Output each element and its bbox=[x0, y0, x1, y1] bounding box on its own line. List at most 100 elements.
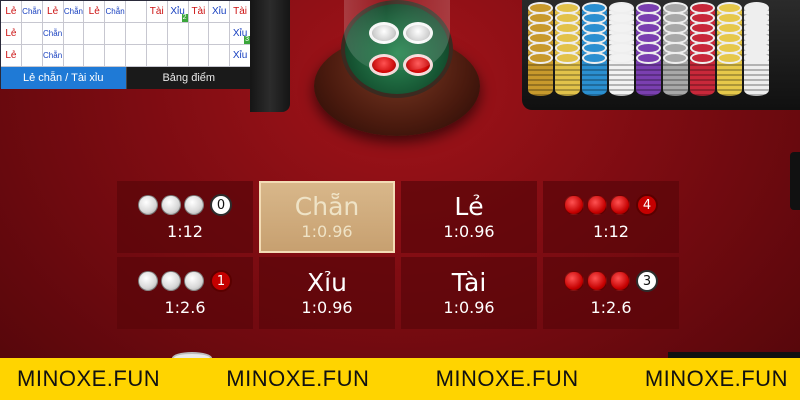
coin-count-badge: 0 bbox=[210, 194, 232, 216]
scoreboard-cell bbox=[146, 45, 168, 67]
scoreboard-cell: Tài bbox=[146, 1, 168, 23]
scoreboard-cell-text: Lẻ bbox=[47, 5, 59, 17]
scoreboard-cell: Xỉu bbox=[209, 1, 231, 23]
coin-count-badge: 3 bbox=[636, 270, 658, 292]
red-coin-icon bbox=[564, 195, 584, 215]
scoreboard-cell bbox=[84, 45, 106, 67]
chip-icon bbox=[636, 52, 661, 64]
dice-shaker bbox=[314, 0, 480, 140]
bet-odds: 1:0.96 bbox=[443, 222, 495, 241]
scoreboard-cell-text: Tài bbox=[149, 5, 164, 17]
scoreboard-cell bbox=[209, 45, 231, 67]
banner-text: MINOXE.FUN bbox=[435, 366, 579, 391]
red-coin-icon bbox=[564, 271, 584, 291]
scoreboard-cell bbox=[105, 23, 126, 45]
scoreboard-cell-text: Lẻ bbox=[88, 5, 100, 17]
bet-four-white[interactable]: 0 1:12 bbox=[117, 181, 253, 253]
tab-le-chan-tai-xiu[interactable]: Lẻ chẵn / Tài xỉu bbox=[1, 67, 126, 89]
bet-odds: 1:2.6 bbox=[164, 298, 206, 317]
white-coin-icon bbox=[161, 271, 181, 291]
scoreboard-cell bbox=[209, 23, 231, 45]
glass-dome bbox=[344, 0, 450, 70]
scoreboard-cell bbox=[105, 45, 126, 67]
red-coin-icon bbox=[610, 271, 630, 291]
scoreboard-grid: Lẻ Chẵn Lẻ Chẵn Lẻ Chẵn Tài Xỉu 2 Tài Xỉu Tài Lẻ Chẵn… bbox=[1, 1, 251, 67]
scoreboard-cell bbox=[21, 45, 43, 67]
bet-chan[interactable]: Chẵn 1:0.96 bbox=[259, 181, 395, 253]
chip-icon bbox=[690, 52, 715, 64]
chip-stack bbox=[717, 2, 742, 96]
coin-pattern: 0 bbox=[138, 194, 232, 216]
bet-le[interactable]: Lẻ 1:0.96 bbox=[401, 181, 537, 253]
scoreboard-cell-text: Chẵn bbox=[63, 6, 83, 16]
banner-text: MINOXE.FUN bbox=[17, 366, 161, 391]
scoreboard-cell: Lẻ bbox=[1, 1, 22, 23]
scoreboard-cell-text: Lẻ bbox=[5, 5, 17, 17]
scoreboard-cell: Tài bbox=[188, 1, 210, 23]
scoreboard-cell: Xỉu 3 bbox=[230, 23, 251, 45]
bet-title: Tài bbox=[451, 268, 487, 297]
scoreboard: Lẻ Chẵn Lẻ Chẵn Lẻ Chẵn Tài Xỉu 2 Tài Xỉu Tài Lẻ Chẵn… bbox=[0, 0, 251, 89]
scoreboard-cell: Chẵn bbox=[63, 1, 85, 23]
scoreboard-cell bbox=[84, 23, 106, 45]
banner-text: MINOXE.FUN bbox=[644, 366, 788, 391]
scoreboard-cell-text: Chẵn bbox=[105, 6, 125, 16]
scoreboard-cell: Lẻ bbox=[1, 23, 22, 45]
bet-tai[interactable]: Tài 1:0.96 bbox=[401, 257, 537, 329]
scoreboard-cell bbox=[167, 23, 189, 45]
tab-bang-diem[interactable]: Bảng điểm bbox=[125, 67, 251, 89]
bet-three-white[interactable]: 1 1:2.6 bbox=[117, 257, 253, 329]
chip-stack bbox=[663, 2, 688, 96]
banner-text: MINOXE.FUN bbox=[226, 366, 370, 391]
bet-title: Lẻ bbox=[454, 192, 484, 221]
scoreboard-cell: Xỉu bbox=[230, 45, 251, 67]
right-chip-rack bbox=[522, 0, 800, 110]
scoreboard-cell: Chẵn bbox=[21, 1, 43, 23]
scoreboard-cell bbox=[188, 45, 210, 67]
left-chip-rack bbox=[250, 0, 290, 112]
bet-odds: 1:2.6 bbox=[590, 298, 632, 317]
bet-four-red[interactable]: 4 1:12 bbox=[543, 181, 679, 253]
scoreboard-cell bbox=[126, 45, 147, 67]
scoreboard-cell-text: Chẵn bbox=[22, 6, 42, 16]
red-coin-icon bbox=[587, 271, 607, 291]
scoreboard-cell-text: Lẻ bbox=[5, 27, 17, 39]
chip-icon bbox=[744, 52, 769, 64]
scoreboard-cell-text: Tài bbox=[191, 5, 206, 17]
bet-three-red[interactable]: 3 1:2.6 bbox=[543, 257, 679, 329]
scoreboard-cell bbox=[126, 1, 147, 23]
scoreboard-cell bbox=[63, 45, 85, 67]
white-coin-icon bbox=[138, 271, 158, 291]
white-coin-icon bbox=[161, 195, 181, 215]
scoreboard-cell bbox=[188, 23, 210, 45]
chip-stack bbox=[528, 2, 553, 96]
scoreboard-cell-text: Xỉu bbox=[232, 49, 248, 61]
chip-stack bbox=[555, 2, 580, 96]
streak-badge: 2 bbox=[181, 14, 188, 22]
side-menu-handle[interactable] bbox=[790, 152, 800, 210]
scoreboard-cell: Chẵn bbox=[105, 1, 126, 23]
scoreboard-cell: Lẻ bbox=[1, 45, 22, 67]
scoreboard-cell bbox=[126, 23, 147, 45]
scoreboard-cell: Xỉu 2 bbox=[167, 1, 189, 23]
bet-title: Chẵn bbox=[294, 192, 360, 221]
scoreboard-cell-text: Lẻ bbox=[5, 49, 17, 61]
bet-title: Xỉu bbox=[307, 268, 347, 297]
bet-xiu[interactable]: Xỉu 1:0.96 bbox=[259, 257, 395, 329]
scoreboard-cell bbox=[167, 45, 189, 67]
bet-odds: 1:0.96 bbox=[443, 298, 495, 317]
watermark-banner: MINOXE.FUN MINOXE.FUN MINOXE.FUN MINOXE.… bbox=[0, 358, 800, 400]
scoreboard-cell-text: Tài bbox=[233, 5, 248, 17]
chip-stack bbox=[744, 2, 769, 96]
scoreboard-cell: Chẵn bbox=[42, 23, 64, 45]
chip-icon bbox=[528, 52, 553, 64]
scoreboard-tabs: Lẻ chẵn / Tài xỉu Bảng điểm bbox=[1, 67, 251, 89]
chip-icon bbox=[717, 52, 742, 64]
scoreboard-cell: Chẵn bbox=[42, 45, 64, 67]
red-coin-icon bbox=[587, 195, 607, 215]
scoreboard-cell-text: Chẵn bbox=[43, 50, 63, 60]
scoreboard-cell: Lẻ bbox=[42, 1, 64, 23]
chip-icon bbox=[663, 52, 688, 64]
scoreboard-cell bbox=[63, 23, 85, 45]
bet-odds: 1:0.96 bbox=[301, 222, 353, 241]
